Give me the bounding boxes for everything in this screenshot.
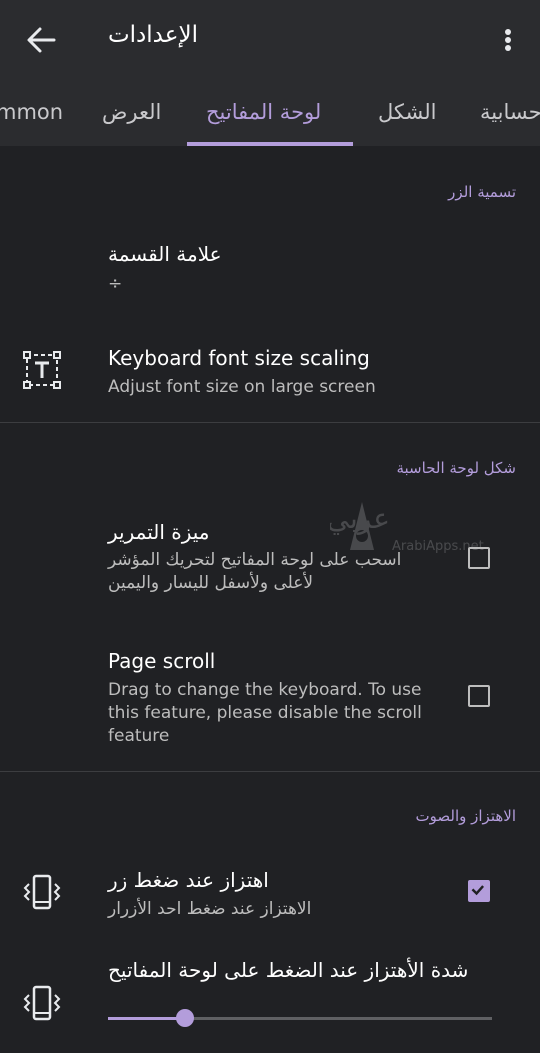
text-size-icon: [23, 351, 61, 389]
more-vert-icon[interactable]: [496, 24, 520, 56]
vibration-icon: [23, 985, 61, 1021]
tab-keyboard[interactable]: لوحة المفاتيح: [206, 100, 321, 124]
vibration-strength-slider[interactable]: [108, 1009, 492, 1027]
page-scroll-subtitle: Drag to change the keyboard. To use this…: [108, 680, 422, 746]
divider: [0, 422, 540, 423]
page-scroll-title: Page scroll: [108, 649, 216, 673]
svg-text:عربي ابس: عربي ابس: [330, 502, 390, 535]
vibrate-press-title: اهتزاز عند ضغط زر: [108, 868, 269, 892]
font-scaling-title: Keyboard font size scaling: [108, 346, 370, 370]
scroll-feature-subtitle: اسحب على لوحة المفاتيح لتحريك المؤشر لأع…: [108, 550, 402, 593]
page-scroll-checkbox[interactable]: [468, 685, 490, 707]
vibrate-press-subtitle: الاهتزاز عند ضغط احد الأزرار: [108, 899, 312, 919]
slider-thumb[interactable]: [175, 1009, 194, 1027]
app-bar: الإعدادات: [0, 0, 540, 80]
vibrate-press-checkbox[interactable]: [468, 880, 490, 902]
slider-fill: [108, 1017, 185, 1020]
tab-display[interactable]: العرض: [102, 100, 161, 124]
vibration-icon: [23, 874, 61, 910]
section-title-calculator-shape: شكل لوحة الحاسبة: [396, 459, 516, 477]
division-sign-title: علامة القسمة: [108, 242, 222, 266]
section-title-vibration-sound: الاهتزاز والصوت: [415, 807, 516, 825]
font-scaling-subtitle: Adjust font size on large screen: [108, 377, 376, 397]
tab-bar: mmon العرض لوحة المفاتيح الشكل حسابية: [0, 80, 540, 146]
scroll-feature-title: ميزة التمرير: [108, 520, 210, 544]
vibration-strength-title: شدة الأهتزاز عند الضغط على لوحة المفاتيح: [108, 958, 469, 982]
check-icon: [471, 885, 485, 896]
tab-common[interactable]: mmon: [0, 100, 63, 124]
arrow-back-icon[interactable]: [24, 24, 58, 56]
tab-theme[interactable]: الشكل: [378, 100, 436, 124]
section-title-button-label: تسمية الزر: [448, 183, 516, 201]
tab-indicator: [187, 142, 353, 146]
page-title: الإعدادات: [108, 22, 198, 48]
scroll-feature-checkbox[interactable]: [468, 547, 490, 569]
tab-calculation[interactable]: حسابية: [480, 100, 540, 124]
divider: [0, 771, 540, 772]
division-sign-value: ÷: [108, 274, 123, 294]
